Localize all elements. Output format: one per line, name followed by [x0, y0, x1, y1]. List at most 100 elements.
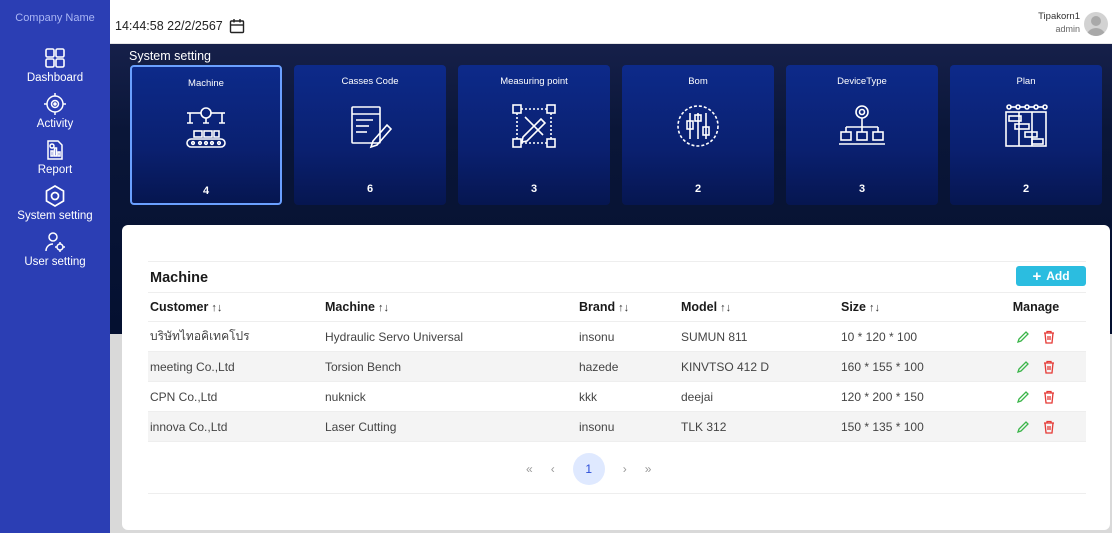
cell-model: TLK 312 [679, 411, 839, 442]
column-label: Brand [579, 300, 616, 314]
sort-icon[interactable]: ↑↓ [618, 302, 629, 314]
card-title: Casses Code [341, 76, 399, 87]
user-role: admin [1055, 24, 1080, 34]
avatar[interactable] [1084, 12, 1108, 36]
card-machine[interactable]: Machine 4 [130, 65, 282, 205]
sidebar: Company Name Dashboard Activity Report S… [0, 0, 110, 533]
card-count: 3 [858, 183, 866, 195]
table-row: meeting Co.,Ltd Torsion Bench hazede KIN… [148, 351, 1086, 382]
edit-icon[interactable] [1016, 390, 1030, 404]
divider [148, 493, 1086, 494]
card-count: 4 [202, 185, 210, 197]
card-plan[interactable]: Plan 2 [950, 65, 1102, 205]
sort-icon[interactable]: ↑↓ [720, 302, 731, 314]
sort-icon[interactable]: ↑↓ [378, 302, 389, 314]
column-label: Model [681, 300, 718, 314]
cases-code-icon [351, 106, 393, 149]
cell-model: deejai [679, 381, 839, 412]
cell-customer: innova Co.,Ltd [148, 411, 323, 442]
cell-customer: meeting Co.,Ltd [148, 351, 323, 382]
machine-panel: Machine + Add Customer ↑↓ Machine ↑↓ Brand… [122, 225, 1110, 530]
page-title: System setting [129, 49, 211, 63]
table-header-row: Customer ↑↓ Machine ↑↓ Brand ↑↓ Model ↑↓ Siz… [148, 292, 1086, 322]
cell-machine: Torsion Bench [323, 351, 577, 382]
user-setting-icon [45, 232, 65, 252]
sort-icon[interactable]: ↑↓ [211, 302, 222, 314]
edit-icon[interactable] [1016, 330, 1030, 344]
card-title: Measuring point [500, 76, 568, 87]
card-count: 2 [1022, 183, 1030, 195]
sidebar-item-system-setting[interactable]: System setting [0, 184, 110, 222]
next-page-button[interactable]: › [623, 462, 627, 476]
company-name: Company Name [0, 0, 110, 36]
dashboard-icon [45, 48, 65, 68]
panel-title: Machine [150, 270, 209, 286]
sidebar-item-activity[interactable]: Activity [0, 92, 110, 130]
user-name: Tipakorn1 [1038, 11, 1080, 22]
column-header-manage: Manage [984, 292, 1086, 322]
card-title: DeviceType [837, 76, 887, 87]
delete-icon[interactable] [1042, 360, 1056, 374]
pagination: « ‹ 1 › » [526, 453, 651, 485]
cell-size: 120 * 200 * 150 [839, 381, 984, 412]
table-row: บริษัทไทอคิเทคโปร Hydraulic Servo Univer… [148, 321, 1086, 352]
prev-page-button[interactable]: ‹ [551, 462, 555, 476]
add-machine-button[interactable]: + Add [1016, 266, 1086, 286]
edit-icon[interactable] [1016, 360, 1030, 374]
column-label: Customer [150, 300, 209, 314]
cell-customer: บริษัทไทอคิเทคโปร [148, 321, 323, 352]
first-page-button[interactable]: « [526, 462, 533, 476]
delete-icon[interactable] [1042, 390, 1056, 404]
sort-icon[interactable]: ↑↓ [869, 302, 880, 314]
cell-brand: insonu [577, 411, 679, 442]
card-count: 6 [366, 183, 374, 195]
column-header-customer[interactable]: Customer ↑↓ [148, 292, 323, 322]
card-count: 2 [694, 183, 702, 195]
cell-size: 150 * 135 * 100 [839, 411, 984, 442]
column-header-brand[interactable]: Brand ↑↓ [577, 292, 679, 322]
sidebar-item-label: Dashboard [26, 72, 84, 84]
bom-icon [677, 105, 719, 147]
delete-icon[interactable] [1042, 330, 1056, 344]
column-header-model[interactable]: Model ↑↓ [679, 292, 839, 322]
report-icon [47, 140, 63, 160]
card-cases-code[interactable]: Casses Code 6 [294, 65, 446, 205]
cell-customer: CPN Co.,Ltd [148, 381, 323, 412]
cell-machine: Laser Cutting [323, 411, 577, 442]
cell-manage [984, 411, 1086, 442]
page-1-button[interactable]: 1 [572, 453, 605, 485]
card-title: Machine [188, 78, 224, 89]
cell-brand: kkk [577, 381, 679, 412]
panel-header: Machine + Add [148, 261, 1086, 291]
plan-icon [1005, 104, 1048, 147]
cell-machine: Hydraulic Servo Universal [323, 321, 577, 352]
edit-icon[interactable] [1016, 420, 1030, 434]
column-label: Machine [325, 300, 376, 314]
column-header-machine[interactable]: Machine ↑↓ [323, 292, 577, 322]
sidebar-item-user-setting[interactable]: User setting [0, 230, 110, 268]
machine-icon [186, 107, 226, 148]
column-header-size[interactable]: Size ↑↓ [839, 292, 984, 322]
card-device-type[interactable]: DeviceType 3 [786, 65, 938, 205]
device-type-icon [839, 105, 885, 145]
top-header: 14:44:58 22/2/2567 Tipakorn1 admin [110, 8, 1112, 44]
current-datetime: 14:44:58 22/2/2567 [115, 18, 223, 33]
card-measuring-point[interactable]: Measuring point 3 [458, 65, 610, 205]
activity-icon [44, 93, 66, 115]
card-title: Plan [1016, 76, 1036, 87]
sidebar-item-dashboard[interactable]: Dashboard [0, 46, 110, 84]
cell-brand: insonu [577, 321, 679, 352]
plus-icon: + [1032, 267, 1042, 285]
cell-brand: hazede [577, 351, 679, 382]
cell-machine: nuknick [323, 381, 577, 412]
user-info[interactable]: Tipakorn1 admin [1038, 11, 1080, 34]
cell-manage [984, 321, 1086, 352]
card-bom[interactable]: Bom 2 [622, 65, 774, 205]
sidebar-item-label: Report [37, 164, 73, 176]
sidebar-item-report[interactable]: Report [0, 138, 110, 176]
cell-manage [984, 351, 1086, 382]
delete-icon[interactable] [1042, 420, 1056, 434]
sidebar-item-label: Activity [36, 118, 74, 130]
calendar-icon[interactable] [229, 18, 245, 34]
last-page-button[interactable]: » [645, 462, 652, 476]
